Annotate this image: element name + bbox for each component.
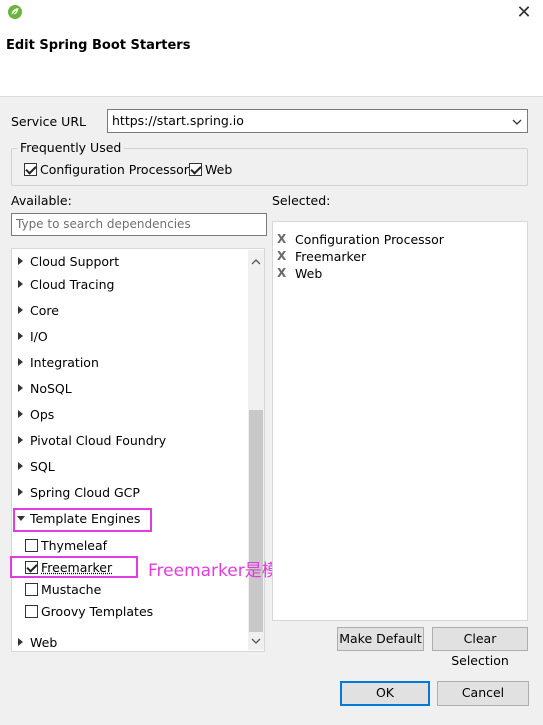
tree-item-label: I/O [30, 329, 48, 344]
web-checkbox[interactable] [189, 163, 202, 176]
configuration-processor-label[interactable]: Configuration Processor [40, 162, 189, 177]
expand-arrow-icon[interactable] [18, 280, 23, 288]
service-url-combo[interactable]: https://start.spring.io [107, 109, 528, 133]
expand-arrow-icon[interactable] [18, 638, 23, 646]
tree-item-label: SQL [30, 459, 55, 474]
freemarker-highlight [10, 556, 138, 578]
selected-list: X Configuration Processor X Freemarker X… [272, 221, 528, 621]
tree-item-cloud-tracing[interactable]: Cloud Tracing [12, 275, 248, 295]
tree-item-label: Spring Cloud GCP [30, 485, 140, 500]
tree-item-pivotal-cloud-foundry[interactable]: Pivotal Cloud Foundry [12, 431, 248, 451]
thymeleaf-checkbox[interactable] [25, 539, 38, 552]
tree-item-label: Ops [30, 407, 55, 422]
tree-child-thymeleaf[interactable]: Thymeleaf [12, 536, 248, 556]
remove-icon[interactable]: X [277, 232, 286, 246]
tree-item-spring-cloud-gcp[interactable]: Spring Cloud GCP [12, 483, 248, 503]
expand-arrow-icon[interactable] [18, 384, 23, 392]
selected-item-label: Web [295, 266, 323, 281]
web-label[interactable]: Web [205, 162, 232, 177]
remove-icon[interactable]: X [277, 266, 286, 280]
tree-item-label: Integration [30, 355, 99, 370]
groovy-templates-checkbox[interactable] [25, 605, 38, 618]
expand-arrow-icon[interactable] [18, 358, 23, 366]
cancel-button[interactable]: Cancel [437, 681, 529, 706]
template-engines-highlight [13, 508, 152, 532]
selected-item-freemarker[interactable]: X Freemarker [275, 249, 525, 266]
tree-child-label: Thymeleaf [41, 538, 108, 553]
expand-arrow-icon[interactable] [18, 332, 23, 340]
tree-item-core[interactable]: Core [12, 301, 248, 321]
expand-arrow-icon[interactable] [18, 462, 23, 470]
tree-item-label: Pivotal Cloud Foundry [30, 433, 167, 448]
tree-child-mustache[interactable]: Mustache [12, 580, 248, 600]
close-icon[interactable]: ✕ [512, 2, 536, 24]
tree-child-groovy-templates[interactable]: Groovy Templates [12, 602, 248, 622]
tree-item-label: Cloud Tracing [30, 277, 115, 292]
selected-label: Selected: [272, 193, 331, 208]
selected-item-configuration-processor[interactable]: X Configuration Processor [275, 232, 525, 249]
tree-item-label: Cloud Support [30, 254, 120, 269]
remove-icon[interactable]: X [277, 249, 286, 263]
expand-arrow-icon[interactable] [18, 436, 23, 444]
available-label: Available: [11, 193, 72, 208]
service-url-label: Service URL [11, 114, 86, 129]
expand-arrow-icon[interactable] [18, 257, 23, 265]
dialog-title: Edit Spring Boot Starters [6, 38, 191, 53]
service-url-value: https://start.spring.io [112, 113, 244, 128]
tree-item-label: Core [30, 303, 59, 318]
tree-item-ops[interactable]: Ops [12, 405, 248, 425]
tree-item-integration[interactable]: Integration [12, 353, 248, 373]
scroll-up-icon[interactable] [248, 255, 264, 269]
ok-button[interactable]: OK [340, 681, 430, 706]
tree-item-sql[interactable]: SQL [12, 457, 248, 477]
configuration-processor-checkbox[interactable] [24, 163, 37, 176]
tree-child-label: Mustache [41, 582, 102, 597]
tree-item-nosql[interactable]: NoSQL [12, 379, 248, 399]
scroll-down-icon[interactable] [248, 634, 264, 648]
selected-item-label: Configuration Processor [295, 232, 444, 247]
available-tree: Cloud Support Cloud Tracing Core I/O Int… [11, 248, 265, 652]
dependency-search-input[interactable]: Type to search dependencies [11, 213, 267, 236]
tree-item-io[interactable]: I/O [12, 327, 248, 347]
selected-item-label: Freemarker [295, 249, 367, 264]
scrollbar-thumb[interactable] [249, 410, 263, 632]
mustache-checkbox[interactable] [25, 583, 38, 596]
chevron-down-icon[interactable] [510, 115, 524, 129]
spring-leaf-icon [8, 5, 22, 19]
expand-arrow-icon[interactable] [18, 488, 23, 496]
tree-child-label: Groovy Templates [41, 604, 154, 619]
frequently-used-legend: Frequently Used [17, 140, 125, 155]
clear-selection-button[interactable]: Clear Selection [432, 627, 528, 668]
tree-item-web[interactable]: Web [12, 633, 248, 651]
tree-item-cloud-support[interactable]: Cloud Support [12, 252, 248, 272]
make-default-button[interactable]: Make Default [337, 627, 424, 651]
expand-arrow-icon[interactable] [18, 306, 23, 314]
tree-item-label: Web [30, 635, 58, 650]
expand-arrow-icon[interactable] [18, 410, 23, 418]
selected-item-web[interactable]: X Web [275, 266, 525, 283]
tree-item-label: NoSQL [30, 381, 72, 396]
